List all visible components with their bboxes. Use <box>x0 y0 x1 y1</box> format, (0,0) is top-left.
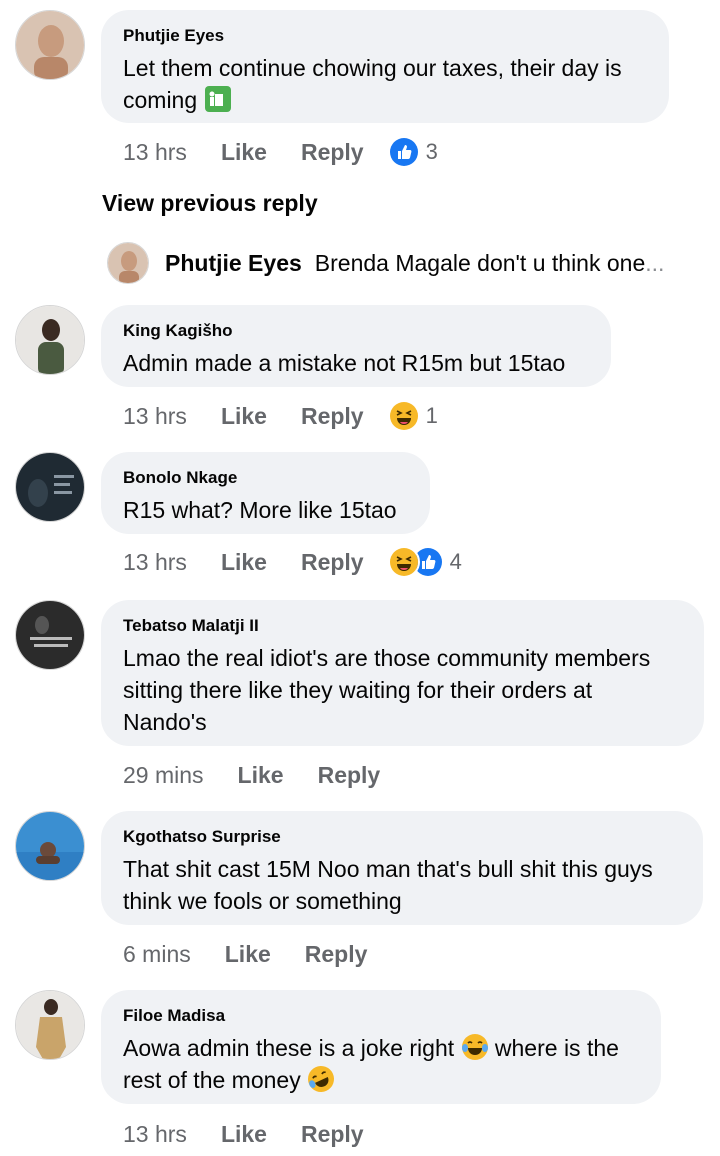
comment-timestamp[interactable]: 13 hrs <box>123 403 187 430</box>
comment-text: Lmao the real idiot's are those communit… <box>123 645 651 735</box>
reply-button[interactable]: Reply <box>301 549 364 576</box>
tears-of-joy-emoji <box>461 1033 489 1061</box>
like-button[interactable]: Like <box>225 941 271 968</box>
avatar[interactable] <box>15 10 85 80</box>
like-button[interactable]: Like <box>221 549 267 576</box>
like-button[interactable]: Like <box>221 139 267 166</box>
reaction-summary[interactable]: 4 <box>387 546 462 578</box>
comment-text: Admin made a mistake not R15m but 15tao <box>123 350 566 376</box>
laughing-face-icon <box>387 546 420 578</box>
like-button[interactable]: Like <box>221 1121 267 1148</box>
avatar[interactable] <box>15 811 85 881</box>
comment-text: Let them continue chowing our taxes, the… <box>123 52 647 116</box>
comment-text-line: where is the <box>494 1035 619 1061</box>
reaction-summary[interactable]: 3 <box>387 136 438 168</box>
comment-author[interactable]: King Kagišho <box>123 321 589 341</box>
comment-timestamp[interactable]: 13 hrs <box>123 139 187 166</box>
reply-preview[interactable]: Phutjie Eyes Brenda Magale don't u think… <box>107 241 664 285</box>
comment-timestamp[interactable]: 13 hrs <box>123 1121 187 1148</box>
comment-author[interactable]: Filoe Madisa <box>123 1006 639 1026</box>
comment-meta: 29 mins Like Reply <box>123 759 414 791</box>
view-previous-reply-link[interactable]: View previous reply <box>102 190 318 217</box>
thumbs-up-icon <box>387 136 420 168</box>
comment-author[interactable]: Phutjie Eyes <box>123 26 647 46</box>
avatar[interactable] <box>15 452 85 522</box>
reply-button[interactable]: Reply <box>301 139 364 166</box>
reaction-summary[interactable]: 1 <box>387 400 438 432</box>
avatar[interactable] <box>15 990 85 1060</box>
comment-bubble: Kgothatso Surprise That shit cast 15M No… <box>101 811 703 925</box>
comment-timestamp[interactable]: 13 hrs <box>123 549 187 576</box>
reply-button[interactable]: Reply <box>301 1121 364 1148</box>
comment-author[interactable]: Kgothatso Surprise <box>123 827 681 847</box>
comment-text-line: Let them continue chowing our taxes, the… <box>123 55 622 81</box>
comment-meta: 13 hrs Like Reply <box>123 1118 398 1150</box>
reply-text: Brenda Magale don't u think one <box>314 249 646 276</box>
avatar[interactable] <box>107 242 149 284</box>
comment-timestamp[interactable]: 6 mins <box>123 941 191 968</box>
comment-meta: 13 hrs Like Reply 3 <box>123 136 438 168</box>
comment-author[interactable]: Bonolo Nkage <box>123 468 408 488</box>
laughing-face-icon <box>387 400 420 432</box>
reaction-count: 1 <box>425 403 438 428</box>
comment-bubble: Tebatso Malatji II Lmao the real idiot's… <box>101 600 704 746</box>
comment-bubble: Filoe Madisa Aowa admin these is a joke … <box>101 990 661 1104</box>
comment-meta: 13 hrs Like Reply 4 <box>123 546 462 578</box>
reaction-count: 4 <box>449 549 462 574</box>
comment-text: Aowa admin these is a joke right where i… <box>123 1032 639 1096</box>
rolling-laughing-emoji <box>307 1065 335 1093</box>
comment-text-line: rest of the money <box>123 1067 301 1093</box>
comment-meta: 13 hrs Like Reply 1 <box>123 400 438 432</box>
avatar[interactable] <box>15 305 85 375</box>
reply-button[interactable]: Reply <box>301 403 364 430</box>
comment-bubble: Bonolo Nkage R15 what? More like 15tao <box>101 452 430 534</box>
comment-text-line: Aowa admin these is a joke right <box>123 1035 455 1061</box>
comment-bubble: King Kagišho Admin made a mistake not R1… <box>101 305 611 387</box>
comment-text: R15 what? More like 15tao <box>123 497 397 523</box>
comment-author[interactable]: Tebatso Malatji II <box>123 616 682 636</box>
like-button[interactable]: Like <box>238 762 284 789</box>
like-button[interactable]: Like <box>221 403 267 430</box>
reply-ellipsis: ... <box>645 249 665 276</box>
comment-text: That shit cast 15M Noo man that's bull s… <box>123 856 653 914</box>
reaction-count: 3 <box>425 139 438 164</box>
avatar[interactable] <box>15 600 85 670</box>
reply-author[interactable]: Phutjie Eyes <box>165 250 302 277</box>
comment-timestamp[interactable]: 29 mins <box>123 762 204 789</box>
comment-text-line: coming <box>123 87 198 113</box>
comment-bubble: Phutjie Eyes Let them continue chowing o… <box>101 10 669 123</box>
comment-meta: 6 mins Like Reply <box>123 938 401 970</box>
reply-button[interactable]: Reply <box>318 762 381 789</box>
recycling-bin-emoji <box>204 85 232 113</box>
reply-button[interactable]: Reply <box>305 941 368 968</box>
